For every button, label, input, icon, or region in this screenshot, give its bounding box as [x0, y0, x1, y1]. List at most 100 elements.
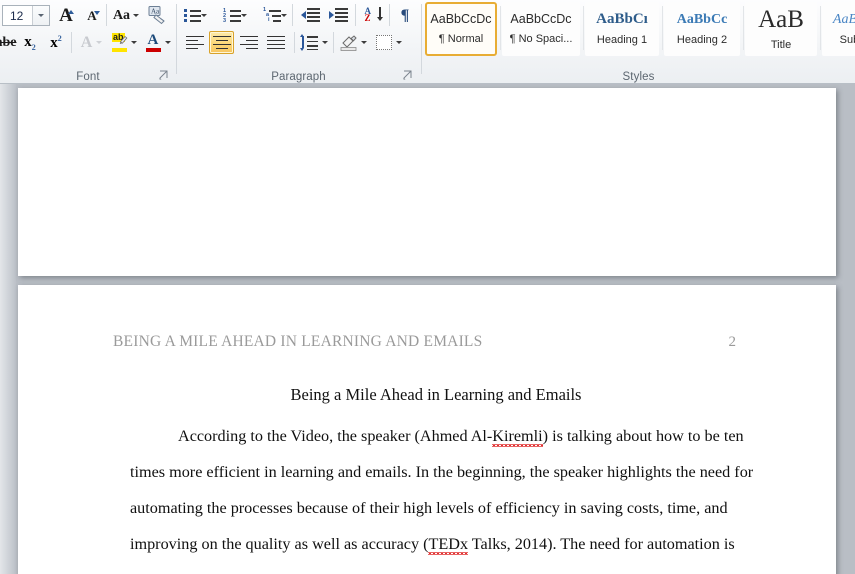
styles-group-label: Styles: [622, 71, 655, 83]
style-name: ¶ No Spaci...: [509, 32, 573, 45]
paragraph-line: According to the Video, the speaker (Ahm…: [130, 427, 752, 463]
bullets-icon: [183, 8, 201, 23]
page-number: 2: [728, 334, 737, 350]
highlight-icon: ab: [111, 33, 128, 52]
font-dialog-launcher[interactable]: [158, 69, 170, 81]
justify-icon: [266, 35, 285, 50]
align-right-button[interactable]: [236, 31, 261, 54]
text-run: Talks, 2014). The need for automation is: [468, 535, 735, 553]
document-page-2[interactable]: BEING A MILE AHEAD IN LEARNING AND EMAIL…: [18, 285, 836, 574]
text-effects-icon: A: [80, 33, 93, 51]
justify-button[interactable]: [263, 31, 288, 54]
clear-formatting-button[interactable]: Aa: [144, 3, 170, 27]
ribbon-group-styles: AaBbCcDc ¶ Normal AaBbCcDc ¶ No Spaci... AaB…: [422, 0, 855, 84]
paragraph-dialog-launcher[interactable]: [402, 69, 414, 81]
style-item-heading-2[interactable]: AaBbCc Heading 2: [664, 2, 740, 56]
ribbon-group-font: 12 A A Aa Aa be x2 x2 A ab A Font: [0, 0, 176, 84]
style-name: Subtitle: [839, 33, 855, 46]
style-name: Heading 1: [596, 34, 648, 46]
increase-indent-icon: [328, 8, 348, 23]
document-body-paragraph[interactable]: According to the Video, the speaker (Ahm…: [130, 427, 754, 571]
borders-button[interactable]: [373, 31, 404, 54]
strikethrough-icon: abe: [0, 34, 17, 50]
increase-indent-button[interactable]: [325, 4, 351, 27]
shrink-font-button[interactable]: A: [80, 4, 104, 27]
style-item-title[interactable]: AaB Title: [745, 2, 817, 56]
spelling-error-word: Kiremli: [492, 427, 543, 445]
font-color-icon: A: [145, 33, 162, 52]
decrease-indent-icon: [300, 8, 320, 23]
style-item-subtitle[interactable]: AaBbCc. Subtitle: [822, 2, 855, 56]
line-spacing-button[interactable]: [299, 31, 329, 54]
running-header-text: BEING A MILE AHEAD IN LEARNING AND EMAIL…: [113, 333, 483, 350]
shading-button[interactable]: [338, 31, 369, 54]
running-header-row: BEING A MILE AHEAD IN LEARNING AND EMAIL…: [113, 333, 756, 351]
paragraph-line: times more efficient in learning and ema…: [130, 463, 754, 499]
style-divider: [583, 6, 584, 50]
multilevel-list-icon: 1 a i: [263, 7, 281, 23]
superscript-icon: x2: [50, 33, 62, 51]
text-run: According to the Video, the speaker (Ahm…: [178, 427, 493, 445]
style-item-no-spaci[interactable]: AaBbCcDc ¶ No Spaci...: [502, 2, 580, 56]
svg-text:Aa: Aa: [151, 8, 160, 16]
align-right-icon: [239, 35, 258, 50]
style-preview: AaBbCcDc: [510, 12, 572, 27]
style-divider: [743, 6, 744, 50]
clear-formatting-icon: Aa: [148, 6, 165, 25]
style-name: Heading 2: [676, 33, 728, 46]
font-size-combo[interactable]: 12: [2, 5, 50, 26]
align-left-icon: [185, 35, 204, 50]
pilcrow-icon: ¶: [400, 6, 410, 24]
ribbon: 12 A A Aa Aa be x2 x2 A ab A Font 1 2 3 …: [0, 0, 855, 84]
paragraph-line: automating the processes because of thei…: [130, 499, 752, 535]
show-formatting-marks-button[interactable]: ¶: [393, 4, 417, 27]
align-center-button[interactable]: [209, 31, 234, 54]
subscript-icon: x2: [24, 33, 36, 52]
style-item-heading-1[interactable]: AaBbCı Heading 1: [585, 2, 659, 56]
line-spacing-icon: [299, 34, 319, 51]
document-canvas[interactable]: BEING A MILE AHEAD IN LEARNING AND EMAIL…: [0, 84, 855, 574]
style-divider: [820, 6, 821, 50]
strikethrough-button[interactable]: abe: [0, 31, 18, 54]
sort-button[interactable]: AZ: [360, 3, 386, 27]
multilevel-list-button[interactable]: 1 a i: [262, 4, 288, 27]
text-run: improving on the quality as well as accu…: [130, 535, 429, 553]
style-preview: AaBbCı: [596, 11, 648, 27]
style-preview: AaBbCc.: [832, 11, 855, 27]
style-item-normal[interactable]: AaBbCcDc ¶ Normal: [425, 2, 497, 56]
style-name: Title: [770, 39, 792, 51]
bullets-button[interactable]: [182, 4, 208, 27]
paragraph-line: improving on the quality as well as accu…: [130, 535, 752, 571]
sort-icon: AZ: [365, 6, 383, 23]
font-group-label: Font: [76, 71, 100, 83]
font-color-button[interactable]: A: [142, 31, 173, 54]
style-preview: AaBbCcDc: [430, 12, 492, 27]
document-page-1[interactable]: [18, 88, 836, 276]
borders-icon: [375, 35, 392, 50]
style-preview: AaB: [758, 6, 804, 33]
decrease-indent-button[interactable]: [297, 4, 323, 27]
text-run: ) is talking about how to be ten: [542, 427, 744, 445]
ribbon-group-paragraph: 1 2 3 1 a i A Z ¶ Paragraph: [177, 0, 420, 84]
paragraph-group-label: Paragraph: [271, 71, 326, 83]
text-run: automating the processes because of thei…: [130, 499, 728, 517]
highlight-color-button[interactable]: ab: [108, 31, 140, 54]
style-divider: [662, 6, 663, 50]
styles-gallery: AaBbCcDc ¶ Normal AaBbCcDc ¶ No Spaci... AaB…: [422, 0, 855, 60]
style-name: ¶ Normal: [438, 32, 484, 45]
text-effects-button[interactable]: A: [76, 31, 107, 54]
style-divider: [500, 6, 501, 50]
align-center-icon: [212, 35, 231, 50]
numbering-button[interactable]: 1 2 3: [222, 4, 248, 27]
text-run: times more efficient in learning and ema…: [130, 463, 754, 481]
font-size-value: 12: [10, 8, 24, 23]
numbering-icon: 1 2 3: [223, 8, 241, 24]
document-title: Being a Mile Ahead in Learning and Email…: [290, 385, 582, 404]
spelling-error-word: TEDx: [428, 535, 469, 553]
superscript-button[interactable]: x2: [44, 31, 68, 54]
grow-font-button[interactable]: A: [54, 4, 78, 27]
change-case-button[interactable]: Aa: [110, 4, 142, 27]
subscript-button[interactable]: x2: [18, 31, 42, 54]
font-size-dropdown-arrow[interactable]: [32, 6, 49, 25]
align-left-button[interactable]: [182, 31, 207, 54]
